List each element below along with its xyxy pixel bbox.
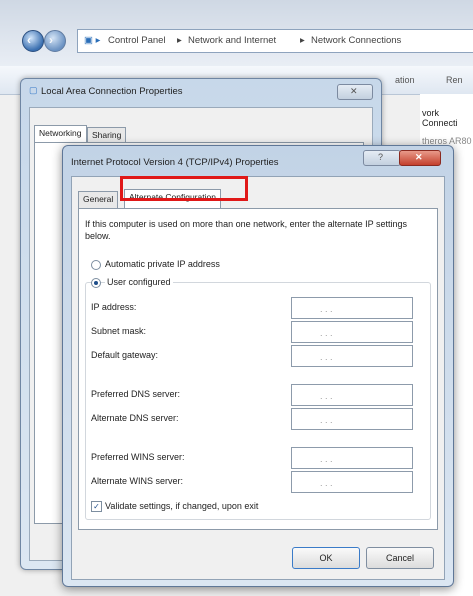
- alternate-wins-label: Alternate WINS server:: [91, 476, 184, 486]
- ip-dots: . . .: [320, 304, 333, 314]
- toolbar-item-rename[interactable]: Ren: [446, 75, 463, 85]
- address-bar[interactable]: ▣ ▸ Control Panel ▸ Network and Internet…: [77, 29, 473, 53]
- ip-dots: . . .: [320, 478, 333, 488]
- preferred-dns-field[interactable]: . . .: [291, 384, 413, 406]
- breadcrumb-control-panel[interactable]: Control Panel: [108, 35, 166, 46]
- alternate-dns-label: Alternate DNS server:: [91, 413, 179, 423]
- ipv4-window-title: Internet Protocol Version 4 (TCP/IPv4) P…: [71, 157, 279, 168]
- ip-address-label: IP address:: [91, 302, 137, 312]
- ipv4-properties-window: Internet Protocol Version 4 (TCP/IPv4) P…: [62, 145, 454, 587]
- ip-dots: . . .: [320, 352, 333, 362]
- close-icon: ✕: [415, 152, 423, 162]
- close-icon: ✕: [350, 86, 358, 96]
- cancel-button[interactable]: Cancel: [366, 547, 434, 569]
- forward-button[interactable]: ›: [44, 30, 66, 52]
- alternate-dns-field[interactable]: . . .: [291, 408, 413, 430]
- breadcrumb-separator-icon: ▸: [300, 35, 305, 46]
- help-button[interactable]: ?: [363, 150, 401, 166]
- ip-dots: . . .: [320, 328, 333, 338]
- subnet-mask-label: Subnet mask:: [91, 326, 147, 336]
- toolbar-item[interactable]: ation: [395, 75, 415, 85]
- ip-dots: . . .: [320, 391, 333, 401]
- back-arrow-icon: ‹: [27, 33, 31, 47]
- connection-name[interactable]: vork Connecti: [422, 108, 473, 128]
- lac-close-button[interactable]: ✕: [337, 84, 373, 100]
- ipv4-window-body: General Alternate Configuration If this …: [71, 176, 445, 580]
- forward-arrow-icon: ›: [49, 33, 53, 47]
- description-text: If this computer is used on more than on…: [85, 219, 408, 241]
- tab-general[interactable]: General: [78, 191, 119, 209]
- ip-address-field[interactable]: . . .: [291, 297, 413, 319]
- alternate-config-pane: If this computer is used on more than on…: [78, 208, 438, 530]
- highlight-box: [120, 176, 248, 201]
- validate-label: Validate settings, if changed, upon exit: [105, 501, 259, 511]
- default-gateway-field[interactable]: . . .: [291, 345, 413, 367]
- help-icon: ?: [378, 152, 384, 162]
- preferred-dns-label: Preferred DNS server:: [91, 389, 181, 399]
- subnet-mask-field[interactable]: . . .: [291, 321, 413, 343]
- control-panel-icon: ▣ ▸: [84, 35, 101, 46]
- breadcrumb-separator-icon: ▸: [177, 35, 182, 46]
- radio-automatic-label: Automatic private IP address: [105, 259, 220, 269]
- lac-window-title: Local Area Connection Properties: [41, 86, 183, 97]
- breadcrumb-network-internet[interactable]: Network and Internet: [188, 35, 276, 46]
- breadcrumb-network-connections[interactable]: Network Connections: [311, 35, 401, 46]
- default-gateway-label: Default gateway:: [91, 350, 159, 360]
- alternate-wins-field[interactable]: . . .: [291, 471, 413, 493]
- ip-dots: . . .: [320, 415, 333, 425]
- ipv4-close-button[interactable]: ✕: [399, 150, 441, 166]
- ok-button[interactable]: OK: [292, 547, 360, 569]
- radio-user-configured[interactable]: [91, 278, 101, 288]
- network-icon: ▢: [29, 85, 38, 95]
- back-button[interactable]: ‹: [22, 30, 44, 52]
- radio-user-configured-label: User configured: [105, 277, 173, 287]
- radio-automatic-private-ip[interactable]: [91, 260, 101, 270]
- validate-checkbox[interactable]: ✓: [91, 501, 102, 512]
- ip-dots: . . .: [320, 454, 333, 464]
- preferred-wins-label: Preferred WINS server:: [91, 452, 185, 462]
- preferred-wins-field[interactable]: . . .: [291, 447, 413, 469]
